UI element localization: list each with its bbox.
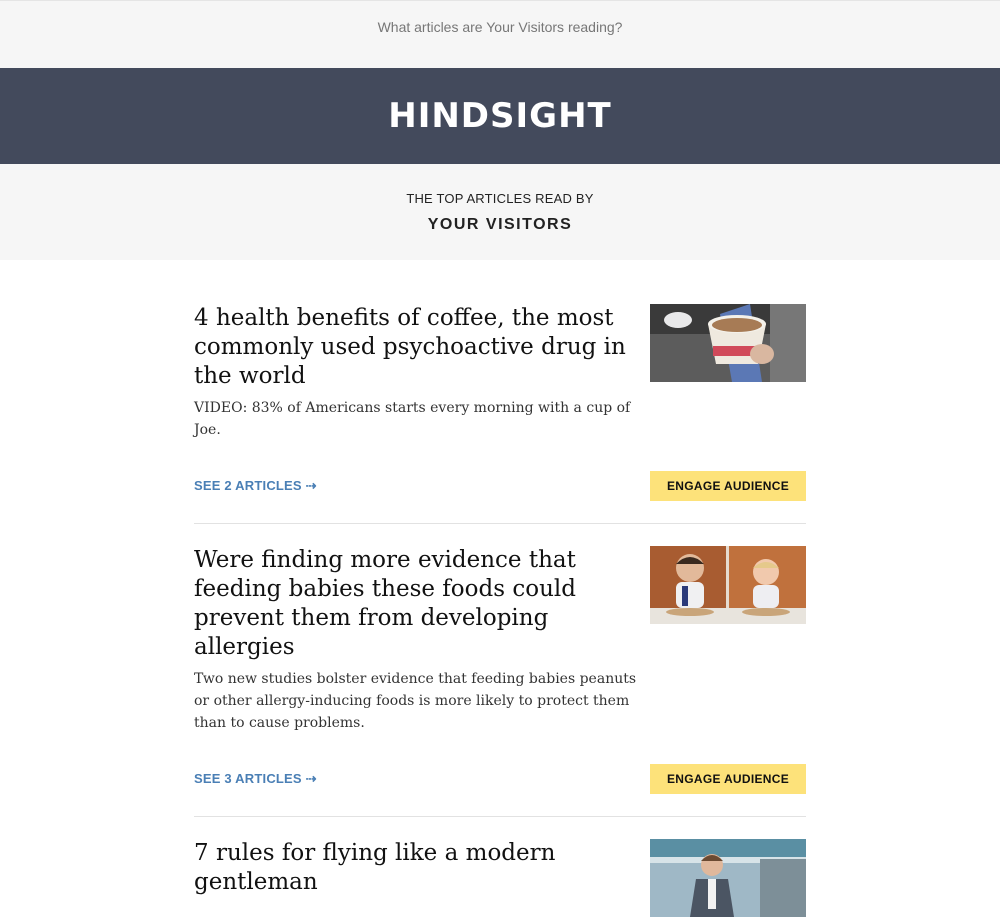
see-articles-link[interactable]: SEE 3 ARTICLES ⇢ [194,771,317,787]
article-list: 4 health benefits of coffee, the most co… [194,260,806,917]
engage-audience-button[interactable]: ENGAGE AUDIENCE [650,764,806,794]
babies-eating-photo[interactable] [650,546,806,624]
brand-bar: HINDSIGHT [0,68,1000,164]
preheader-text: What articles are Your Visitors reading? [377,18,623,35]
engage-audience-button[interactable]: ENGAGE AUDIENCE [650,471,806,501]
man-at-airport-photo[interactable] [650,839,806,917]
see-articles-link[interactable]: SEE 2 ARTICLES ⇢ [194,478,317,494]
article-card: 4 health benefits of coffee, the most co… [194,304,806,524]
preheader: What articles are Your Visitors reading? [0,0,1000,68]
coffee-cup-photo[interactable] [650,304,806,382]
article-card: Were finding more evidence that feeding … [194,546,806,817]
hindsight-logo[interactable]: HINDSIGHT [388,96,611,136]
subheader-line1: THE TOP ARTICLES READ BY [406,191,594,206]
article-summary: Two new studies bolster evidence that fe… [194,671,637,731]
article-headline[interactable]: 4 health benefits of coffee, the most co… [194,304,639,391]
subheader-line2: YOUR VISITORS [427,216,573,233]
article-headline[interactable]: Were finding more evidence that feeding … [194,546,639,662]
article-headline[interactable]: 7 rules for flying like a modern gentlem… [194,839,639,897]
article-card: 7 rules for flying like a modern gentlem… [194,839,806,917]
subheader: THE TOP ARTICLES READ BY YOUR VISITORS [0,164,1000,260]
article-summary: VIDEO: 83% of Americans starts every mor… [194,400,631,438]
